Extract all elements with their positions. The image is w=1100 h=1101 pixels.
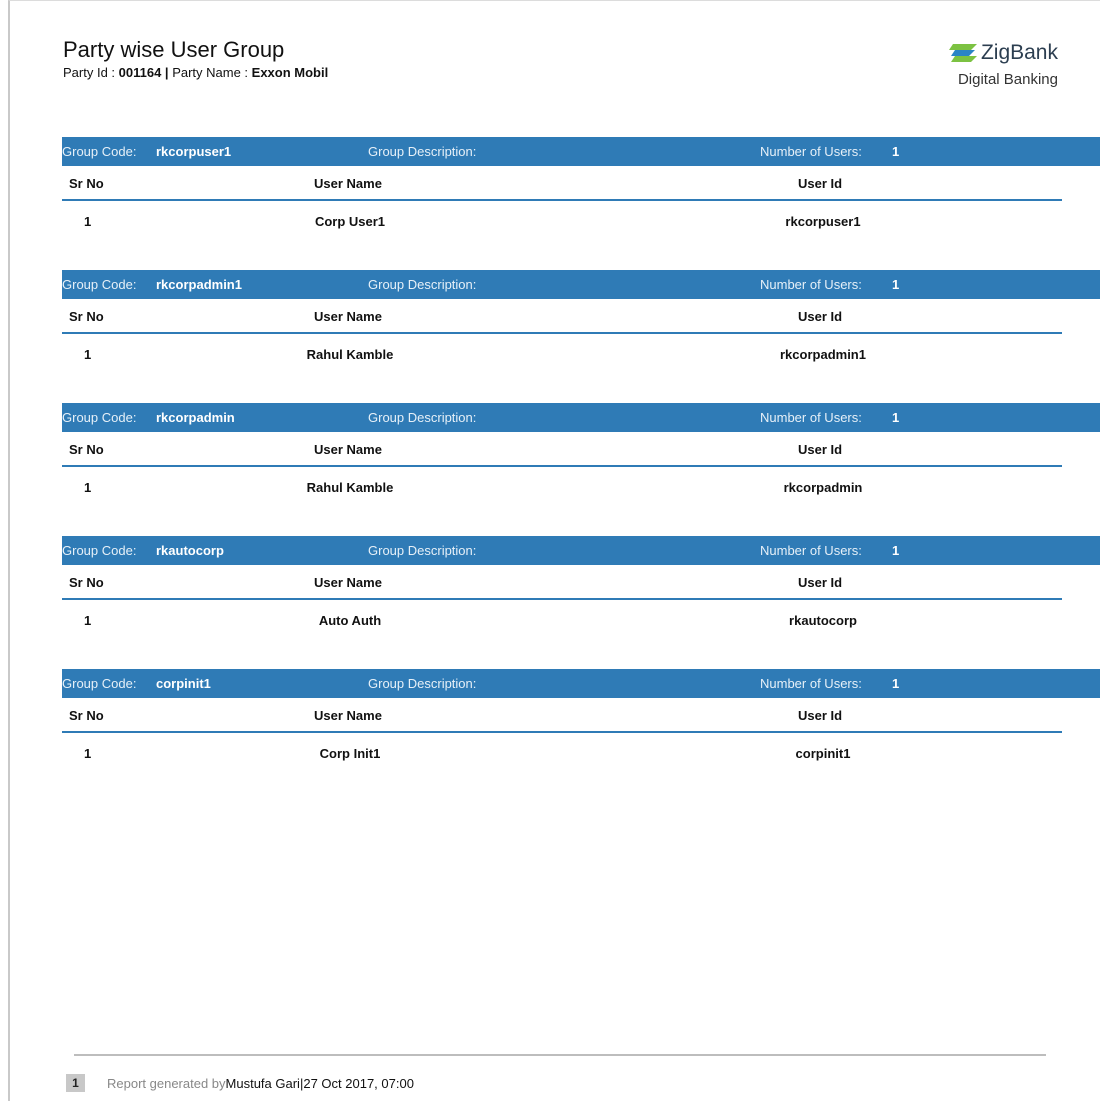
party-name: Exxon Mobil [251,65,329,80]
row-user-id: rkautocorp [789,613,857,628]
table-header: Sr No User Name User Id [62,565,1062,600]
user-group: Group Code: rkcorpadmin Group Description:… [62,403,1100,506]
generated-by-name: Mustufa Gari [225,1075,300,1091]
column-user-name: User Name [314,575,382,590]
column-sr-no: Sr No [69,708,104,723]
table-header: Sr No User Name User Id [62,299,1062,334]
column-user-name: User Name [314,176,382,191]
group-code: rkcorpadmin [156,410,235,425]
column-sr-no: Sr No [69,176,104,191]
column-sr-no: Sr No [69,309,104,324]
party-name-label: Party Name : [172,65,252,80]
table-header: Sr No User Name User Id [62,166,1062,201]
row-user-name: Corp User1 [314,214,386,229]
row-user-id: rkcorpadmin1 [780,347,866,362]
group-code: rkautocorp [156,543,224,558]
group-header-bar: Group Code: corpinit1 Group Description: Nu… [62,669,1100,698]
row-user-id: corpinit1 [795,746,851,761]
row-user-name: Auto Auth [318,613,382,628]
generated-timestamp: 27 Oct 2017, 07:00 [303,1075,414,1091]
footer-divider [74,1054,1046,1056]
party-separator: | [161,65,173,80]
party-id: 001164 [118,65,162,80]
row-sr-no: 1 [84,347,92,362]
report-header: Party wise User Group Party Id : 001164 … [63,37,1100,80]
group-header-bar: Group Code: rkautocorp Group Description: N… [62,536,1100,565]
row-user-id: rkcorpadmin [783,480,863,495]
column-user-id: User Id [798,309,843,324]
column-user-id: User Id [798,708,843,723]
table-row: 1 Rahul Kamble rkcorpadmin [62,467,1062,505]
group-code: rkcorpuser1 [156,144,232,159]
number-of-users: 1 [892,676,900,691]
generated-by-label: Report generated by [107,1075,226,1091]
number-of-users-label: Number of Users: [760,277,862,292]
brand-tagline: Digital Banking [957,71,1058,88]
group-code-label: Group Code: [62,676,137,691]
row-sr-no: 1 [84,480,92,495]
number-of-users: 1 [892,277,900,292]
group-code-label: Group Code: [62,277,137,292]
table-row: 1 Auto Auth rkautocorp [62,600,1062,638]
zigbank-logo-icon [948,44,977,62]
table-row: 1 Rahul Kamble rkcorpadmin1 [62,334,1062,372]
party-info: Party Id : 001164 | Party Name : Exxon M… [63,65,1100,80]
number-of-users-label: Number of Users: [760,410,862,425]
group-description-label: Group Description: [368,410,477,425]
table-header: Sr No User Name User Id [62,698,1062,733]
brand-logo: ZigBank Digital Banking [948,41,1058,88]
group-description-label: Group Description: [368,676,477,691]
column-user-name: User Name [314,442,382,457]
brand-name: ZigBank [980,41,1058,64]
row-user-id: rkcorpuser1 [785,214,861,229]
table-row: 1 Corp User1 rkcorpuser1 [62,201,1062,239]
party-id-label: Party Id : [63,65,119,80]
table-header: Sr No User Name User Id [62,432,1062,467]
column-user-id: User Id [798,176,843,191]
number-of-users-label: Number of Users: [760,543,862,558]
group-code: corpinit1 [156,676,211,691]
group-header-bar: Group Code: rkcorpuser1 Group Description:… [62,137,1100,166]
page-number: 1 [66,1074,85,1092]
group-description-label: Group Description: [368,144,477,159]
column-user-id: User Id [798,575,843,590]
user-group: Group Code: rkcorpuser1 Group Description:… [62,137,1100,240]
group-code: rkcorpadmin1 [156,277,242,292]
number-of-users-label: Number of Users: [760,676,862,691]
user-group: Group Code: rkcorpadmin1 Group Description… [62,270,1100,373]
user-group: Group Code: corpinit1 Group Description: Nu… [62,669,1100,772]
column-sr-no: Sr No [69,442,104,457]
number-of-users: 1 [892,144,900,159]
number-of-users: 1 [892,410,900,425]
user-group: Group Code: rkautocorp Group Description: N… [62,536,1100,639]
group-header-bar: Group Code: rkcorpadmin Group Description:… [62,403,1100,432]
number-of-users: 1 [892,543,900,558]
group-code-label: Group Code: [62,543,137,558]
row-sr-no: 1 [84,214,92,229]
column-user-id: User Id [798,442,843,457]
user-groups: Group Code: rkcorpuser1 Group Description:… [62,137,1100,802]
report-title: Party wise User Group [63,37,285,62]
group-header-bar: Group Code: rkcorpadmin1 Group Description… [62,270,1100,299]
report-footer: 1 Report generated by Mustufa Gari | 27 … [66,1074,414,1092]
column-sr-no: Sr No [69,575,104,590]
group-description-label: Group Description: [368,543,477,558]
row-user-name: Rahul Kamble [306,480,394,495]
number-of-users-label: Number of Users: [760,144,862,159]
group-code-label: Group Code: [62,144,137,159]
row-user-name: Rahul Kamble [306,347,394,362]
table-row: 1 Corp Init1 corpinit1 [62,733,1062,771]
group-code-label: Group Code: [62,410,137,425]
row-user-name: Corp Init1 [319,746,381,761]
column-user-name: User Name [314,309,382,324]
group-description-label: Group Description: [368,277,477,292]
report-page: Party wise User Group Party Id : 001164 … [8,0,1100,1101]
row-sr-no: 1 [84,613,92,628]
column-user-name: User Name [314,708,382,723]
row-sr-no: 1 [84,746,92,761]
